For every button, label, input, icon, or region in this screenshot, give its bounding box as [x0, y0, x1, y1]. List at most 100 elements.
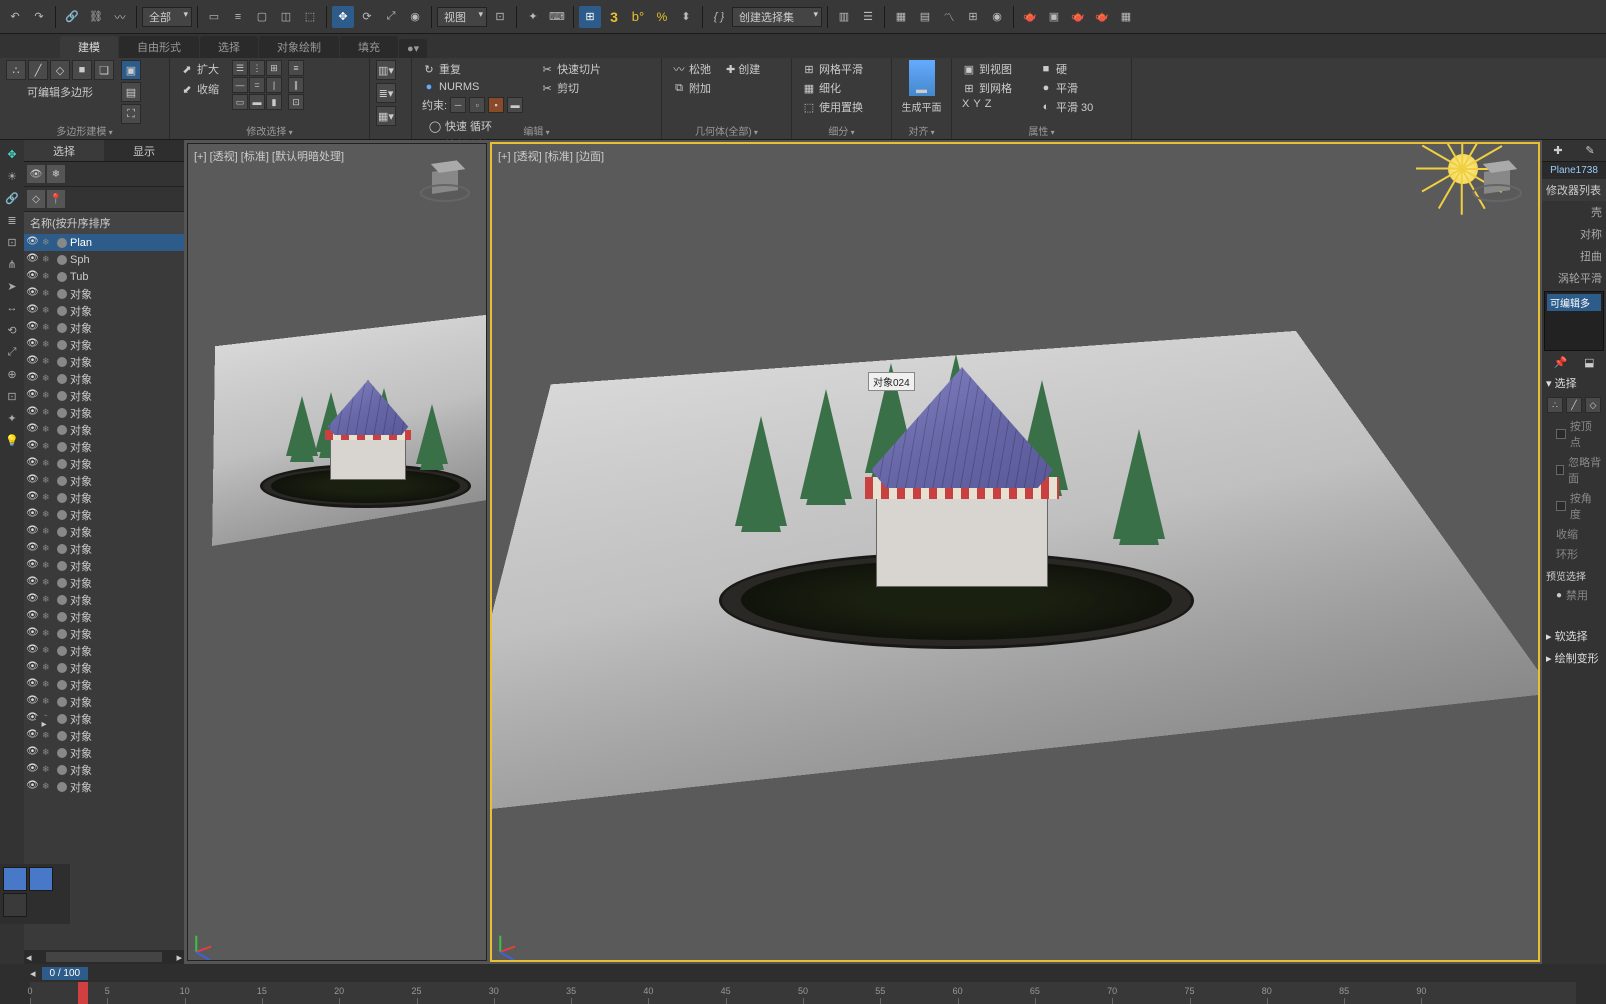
viewport-right[interactable]: [+] [透视] [标准] [边面] 对象024: [491, 143, 1539, 961]
refcoord-dropdown[interactable]: 视图: [437, 7, 487, 27]
scene-item[interactable]: 👁❄对象: [24, 455, 184, 472]
subobj-vertex-icon[interactable]: ∴: [1547, 397, 1563, 413]
lt-center-icon[interactable]: ⊡: [2, 386, 22, 406]
render-production-icon[interactable]: 🫖: [1067, 6, 1089, 28]
rotate-icon[interactable]: ⟳: [356, 6, 378, 28]
loop-icon[interactable]: ≡: [288, 60, 304, 76]
mod-turbosmooth[interactable]: 涡轮平滑: [1542, 267, 1606, 289]
expand-arrow-icon[interactable]: ▸: [36, 716, 52, 732]
scene-item[interactable]: 👁❄对象: [24, 438, 184, 455]
filter-geom-icon[interactable]: ◇: [27, 190, 45, 208]
viewcube-right[interactable]: [1468, 154, 1528, 204]
axis-y-button[interactable]: Y: [973, 98, 980, 110]
preview-toggle-icon[interactable]: ▣: [121, 60, 141, 80]
vertex-mode-icon[interactable]: ∴: [6, 60, 26, 80]
scene-item[interactable]: 👁❄对象: [24, 676, 184, 693]
scene-item[interactable]: 👁❄对象: [24, 472, 184, 489]
keyboard-shortcut-icon[interactable]: ⌨: [546, 6, 568, 28]
makeplanar-icon[interactable]: ▬: [909, 60, 935, 96]
scene-item[interactable]: 👁❄对象: [24, 557, 184, 574]
redo-icon[interactable]: ↷: [28, 6, 50, 28]
fullscreen-icon[interactable]: ⛶: [121, 104, 141, 124]
quickslice-button[interactable]: ✂快速切片: [536, 60, 605, 78]
material-editor-icon[interactable]: ◉: [986, 6, 1008, 28]
angle-snap-icon[interactable]: b°: [627, 6, 649, 28]
mod-shell[interactable]: 壳: [1542, 201, 1606, 223]
element-mode-icon[interactable]: ❏: [94, 60, 114, 80]
move-icon[interactable]: ✥: [332, 6, 354, 28]
select-name-icon[interactable]: ≡: [227, 6, 249, 28]
ignore-back-icon[interactable]: ▤: [121, 82, 141, 102]
scene-item[interactable]: 👁❄对象: [24, 353, 184, 370]
lt-settings-icon[interactable]: ✦: [2, 408, 22, 428]
paint-select-icon[interactable]: ⬚: [299, 6, 321, 28]
render-activeshade-icon[interactable]: ▦: [1115, 6, 1137, 28]
render-iterative-icon[interactable]: 🫖: [1091, 6, 1113, 28]
lt-light-icon[interactable]: ☀: [2, 166, 22, 186]
modify-panel-icon[interactable]: ✎: [1574, 140, 1606, 161]
unlink-icon[interactable]: ⛓: [85, 6, 107, 28]
toview-button[interactable]: ▣到视图: [958, 60, 1016, 78]
schematic-view-icon[interactable]: ⊞: [962, 6, 984, 28]
bind-icon[interactable]: 〰: [109, 6, 131, 28]
scene-item[interactable]: 👁❄对象: [24, 659, 184, 676]
lt-link-icon[interactable]: 🔗: [2, 188, 22, 208]
lt-move-icon[interactable]: ↔: [2, 298, 22, 318]
link-icon[interactable]: 🔗: [61, 6, 83, 28]
viewport-right-label[interactable]: [+] [透视] [标准] [边面]: [498, 148, 604, 164]
use-center-icon[interactable]: ⊡: [489, 6, 511, 28]
scene-tab-select[interactable]: 选择: [24, 140, 104, 161]
tab-selection[interactable]: 选择: [200, 36, 258, 58]
window-crossing-icon[interactable]: ◫: [275, 6, 297, 28]
snap-3d-icon[interactable]: 3: [603, 6, 625, 28]
section-paintdeform[interactable]: 绘制变形: [1542, 647, 1606, 669]
select-region-rect-icon[interactable]: ▢: [251, 6, 273, 28]
filter-dropdown[interactable]: 全部: [142, 7, 192, 27]
scene-item[interactable]: 👁❄Tub: [24, 268, 184, 285]
scene-item[interactable]: 👁❄对象: [24, 387, 184, 404]
align-icon[interactable]: ☰: [857, 6, 879, 28]
msmooth-button[interactable]: ⊞网格平滑: [798, 60, 867, 78]
scene-item[interactable]: 👁❄对象: [24, 285, 184, 302]
scene-item[interactable]: 👁❄对象: [24, 744, 184, 761]
scene-item[interactable]: 👁❄对象: [24, 319, 184, 336]
edit-named-sel-icon[interactable]: { }: [708, 6, 730, 28]
section-selection[interactable]: 选择: [1542, 372, 1606, 394]
scene-item[interactable]: 👁❄对象: [24, 608, 184, 625]
grow-sel-button[interactable]: ⬈扩大: [176, 60, 223, 78]
lt-scale-icon[interactable]: ⤢: [2, 342, 22, 362]
scene-list-header[interactable]: 名称(按升序排序: [24, 212, 184, 234]
scene-tab-display[interactable]: 显示: [104, 140, 184, 161]
object-name-field[interactable]: Plane1738: [1542, 162, 1606, 179]
scene-scrollbar[interactable]: ◂▸: [24, 950, 184, 964]
percent-snap-icon[interactable]: %: [651, 6, 673, 28]
scene-item[interactable]: 👁❄对象: [24, 642, 184, 659]
scene-item[interactable]: 👁❄Plan: [24, 234, 184, 251]
opt-ring[interactable]: 环形: [1542, 544, 1606, 564]
scene-item[interactable]: 👁❄对象: [24, 302, 184, 319]
curve-editor-icon[interactable]: 〽: [938, 6, 960, 28]
axis-x-button[interactable]: X: [962, 98, 969, 110]
select-manip-icon[interactable]: ✦: [522, 6, 544, 28]
hard-button[interactable]: ■硬: [1035, 60, 1097, 78]
scale-icon[interactable]: ⤢: [380, 6, 402, 28]
opt-byangle[interactable]: 按角度: [1542, 488, 1606, 524]
named-selection-dropdown[interactable]: 创建选择集: [732, 7, 822, 27]
placement-icon[interactable]: ◉: [404, 6, 426, 28]
nurms-button[interactable]: ●NURMS: [418, 79, 527, 95]
layout-3-icon[interactable]: [3, 893, 27, 917]
select-object-icon[interactable]: ▭: [203, 6, 225, 28]
show-end-icon[interactable]: ⬓: [1584, 356, 1594, 369]
scene-item[interactable]: 👁❄对象: [24, 625, 184, 642]
lt-transform-icon[interactable]: ⊕: [2, 364, 22, 384]
mirror-icon[interactable]: ▥: [833, 6, 855, 28]
edge-mode-icon[interactable]: ╱: [28, 60, 48, 80]
mod-twist[interactable]: 扭曲: [1542, 245, 1606, 267]
smooth30-button[interactable]: ◐平滑 30: [1035, 98, 1097, 116]
opt-byvertex[interactable]: 按顶点: [1542, 416, 1606, 452]
shrink-sel-button[interactable]: ⬋收缩: [176, 80, 223, 98]
polygon-mode-icon[interactable]: ■: [72, 60, 92, 80]
toggle-ribbon-icon[interactable]: ▤: [914, 6, 936, 28]
scene-item[interactable]: 👁❄对象: [24, 506, 184, 523]
cut-button[interactable]: ✂剪切: [536, 79, 605, 97]
